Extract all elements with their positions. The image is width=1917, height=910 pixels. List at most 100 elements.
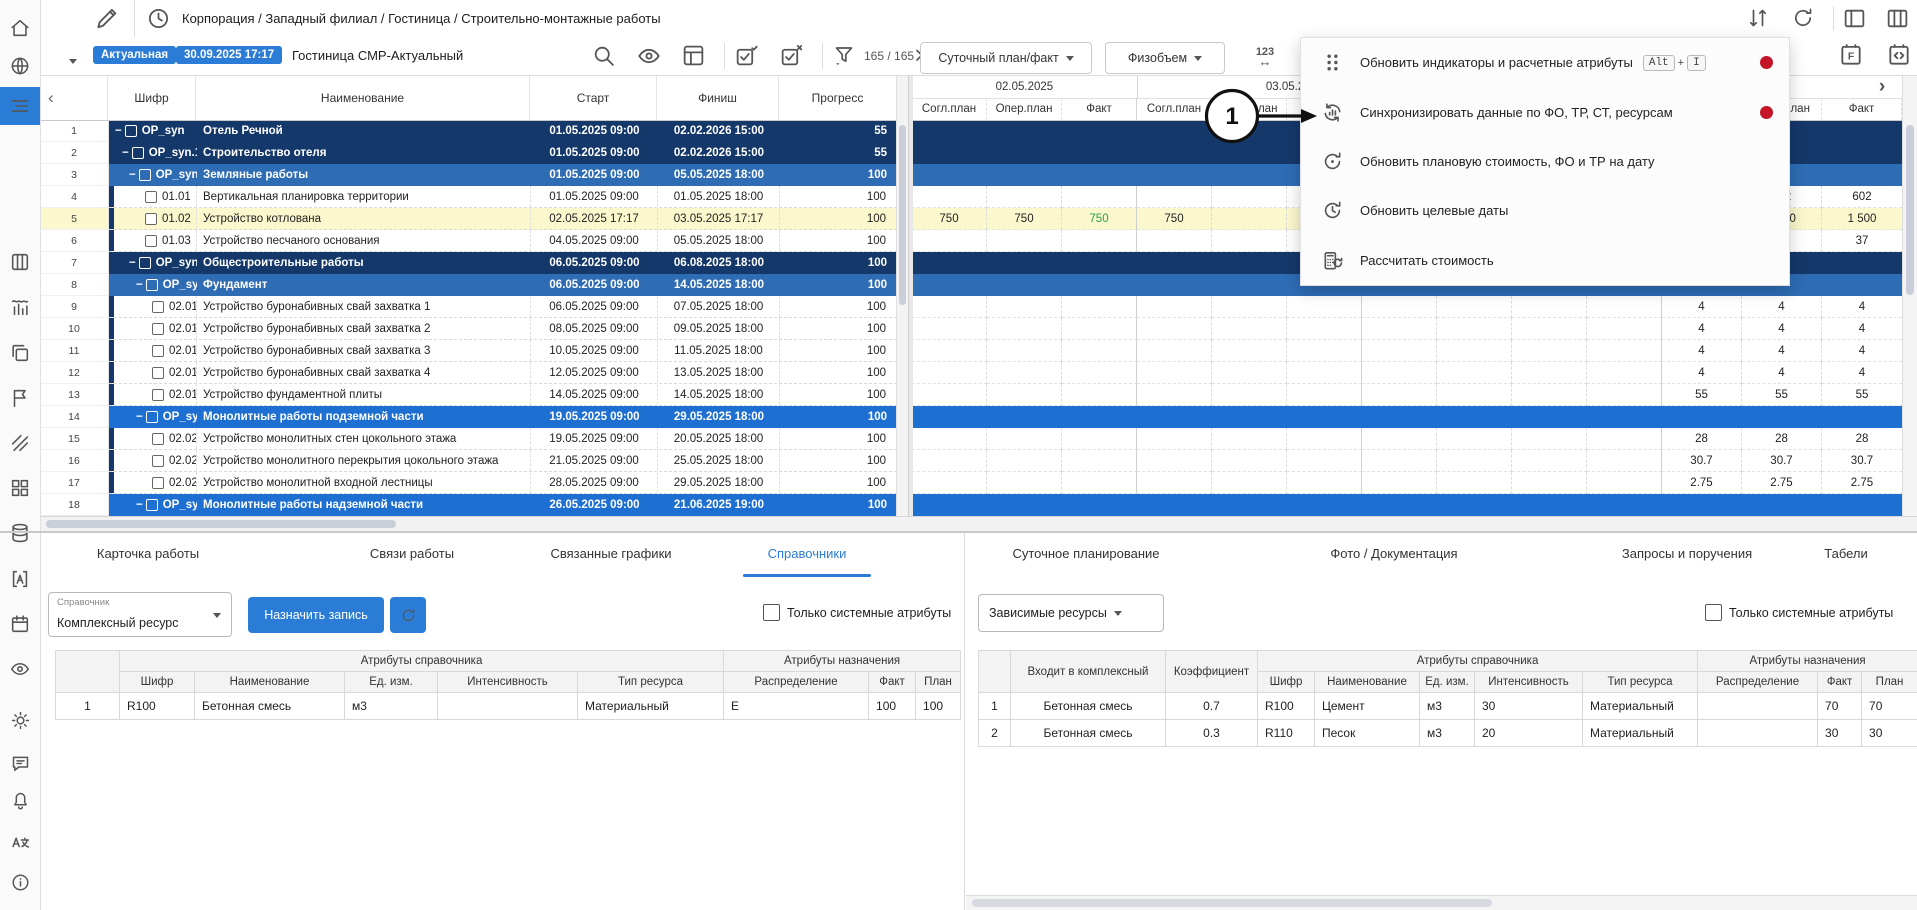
work-table-row[interactable]: 902.01.01Устройство буронабивных свай за…	[40, 296, 896, 318]
reference-row[interactable]: 1R100Бетонная смесьм3МатериальныйЕ100100	[56, 693, 961, 720]
tab-3-left[interactable]: Связанные графики	[550, 546, 671, 561]
menu-item[interactable]: Синхронизировать данные по ФО, ТР, СТ, р…	[1301, 87, 1789, 136]
gantt-row[interactable]: 555555	[912, 384, 1902, 406]
row-checkbox[interactable]	[152, 367, 164, 379]
tab-1-left[interactable]: Карточка работы	[97, 546, 199, 561]
pencil-icon[interactable]	[94, 5, 120, 31]
calendar-range-icon[interactable]	[1886, 42, 1912, 68]
work-table-row[interactable]: 1102.01.03Устройство буронабивных свай з…	[40, 340, 896, 362]
sidebar-item-copies[interactable]	[0, 334, 40, 372]
dependent-resources-select[interactable]: Зависимые ресурсы	[978, 594, 1164, 632]
layout-left-icon[interactable]	[1842, 6, 1867, 31]
row-checkbox[interactable]	[146, 279, 158, 291]
sidebar-item-theme[interactable]	[0, 701, 40, 739]
swap-columns-icon[interactable]	[1746, 6, 1770, 30]
sidebar-item-view[interactable]	[0, 650, 40, 688]
work-table-row[interactable]: 1502.02.01Устройство монолитных стен цок…	[40, 428, 896, 450]
sidebar-item-translate[interactable]	[0, 824, 40, 862]
gantt-row[interactable]: 30.730.730.7	[912, 450, 1902, 472]
col-header-finish[interactable]: Финиш	[657, 75, 779, 120]
row-checkbox[interactable]	[132, 147, 144, 159]
row-checkbox[interactable]	[146, 499, 158, 511]
gantt-metric-select[interactable]: Физобъем	[1105, 42, 1225, 74]
reference-select[interactable]: Справочник Комплексный ресурс	[48, 592, 232, 637]
row-checkbox[interactable]	[152, 455, 164, 467]
sidebar-item-milestones[interactable]	[0, 379, 40, 417]
sidebar-item-language[interactable]	[0, 47, 40, 85]
gantt-mode-select[interactable]: Суточный план/факт	[920, 42, 1092, 74]
panel-divider[interactable]	[908, 37, 913, 531]
tab-3-right[interactable]: Запросы и поручения	[1622, 546, 1752, 561]
refresh-icon[interactable]	[1791, 6, 1815, 30]
collapse-chevron-icon[interactable]: ‹	[40, 75, 108, 120]
sidebar-item-structure[interactable]	[0, 87, 40, 125]
sidebar-item-hatch[interactable]	[0, 424, 40, 462]
gantt-row[interactable]	[912, 494, 1902, 516]
work-table-row[interactable]: 1002.01.02Устройство буронабивных свай з…	[40, 318, 896, 340]
tab-2-right[interactable]: Фото / Документация	[1330, 546, 1457, 561]
work-table-row[interactable]: 2−OP_syn.1Строительство отеля01.05.2025 …	[40, 142, 896, 164]
gantt-row[interactable]: 444	[912, 340, 1902, 362]
project-dropdown-caret[interactable]	[62, 53, 77, 67]
gantt-row[interactable]: 444	[912, 362, 1902, 384]
chevron-right-icon[interactable]: ›	[1862, 75, 1902, 98]
window-icon[interactable]	[681, 43, 706, 68]
gantt-row[interactable]	[912, 406, 1902, 428]
tab-4-left[interactable]: Справочники	[768, 546, 847, 561]
work-table-row[interactable]: 601.03Устройство песчаного основания04.0…	[40, 230, 896, 252]
menu-item[interactable]: Обновить целевые даты	[1301, 186, 1789, 235]
calendar-f-icon[interactable]: F	[1838, 42, 1864, 68]
menu-item[interactable]: Обновить индикаторы и расчетные атрибуты…	[1301, 38, 1789, 87]
assign-record-button[interactable]: Назначить запись	[248, 597, 384, 633]
bottom-right-scrollbar[interactable]	[966, 895, 1917, 910]
work-table-row[interactable]: 1602.02.02Устройство монолитного перекры…	[40, 450, 896, 472]
row-checkbox[interactable]	[125, 125, 137, 137]
sidebar-item-modules[interactable]	[0, 469, 40, 507]
sidebar-item-board[interactable]	[0, 243, 40, 281]
sidebar-item-comments[interactable]	[0, 744, 40, 782]
tab-4-right[interactable]: Табели	[1824, 546, 1868, 561]
clock-icon[interactable]	[146, 6, 171, 31]
work-table-row[interactable]: 1202.01.04Устройство буронабивных свай з…	[40, 362, 896, 384]
check-apply-icon[interactable]	[734, 43, 759, 68]
work-table-row[interactable]: 1−OP_synОтель Речной01.05.2025 09:0002.0…	[40, 120, 896, 142]
gantt-row[interactable]: 282828	[912, 428, 1902, 450]
eye-icon[interactable]	[636, 43, 662, 69]
search-icon[interactable]	[591, 43, 616, 68]
sidebar-item-notifications[interactable]	[0, 781, 40, 819]
row-checkbox[interactable]	[152, 323, 164, 335]
gantt-row[interactable]: 444	[912, 318, 1902, 340]
tab-1-right[interactable]: Суточное планирование	[1012, 546, 1159, 561]
work-table-row[interactable]: 1302.01.05Устройство фундаментной плиты1…	[40, 384, 896, 406]
work-table-row[interactable]: 3−OP_syn.1.1.1Земляные работы01.05.2025 …	[40, 164, 896, 186]
check-cancel-icon[interactable]	[779, 43, 804, 68]
refresh-assignments-button[interactable]	[390, 597, 426, 633]
work-table-row[interactable]: 8−OP_syn.1.1Фундамент06.05.2025 09:0014.…	[40, 274, 896, 296]
work-table-row[interactable]: 501.02Устройство котлована02.05.2025 17:…	[40, 208, 896, 230]
layout-columns-icon[interactable]	[1885, 6, 1910, 31]
row-checkbox[interactable]	[145, 235, 157, 247]
row-checkbox[interactable]	[152, 433, 164, 445]
gantt-row[interactable]: 444	[912, 296, 1902, 318]
row-checkbox[interactable]	[152, 389, 164, 401]
sidebar-item-attributes[interactable]	[0, 560, 40, 598]
col-header-code[interactable]: Шифр	[108, 75, 196, 120]
row-checkbox[interactable]	[152, 477, 164, 489]
sidebar-item-charts[interactable]	[0, 288, 40, 326]
dependent-resource-row[interactable]: 2Бетонная смесь0.3R110Песокм320Материаль…	[979, 720, 1917, 747]
row-checkbox[interactable]	[152, 345, 164, 357]
filter-icon[interactable]	[832, 43, 856, 67]
sidebar-item-info[interactable]	[0, 863, 40, 901]
row-checkbox[interactable]	[139, 257, 151, 269]
sidebar-item-data[interactable]	[0, 514, 40, 552]
row-checkbox[interactable]	[145, 191, 157, 203]
gantt-row[interactable]: 2.752.752.75	[912, 472, 1902, 494]
work-table-row[interactable]: 401.01Вертикальная планировка территории…	[40, 186, 896, 208]
row-checkbox[interactable]	[139, 169, 151, 181]
menu-item[interactable]: Обновить плановую стоимость, ФО и ТР на …	[1301, 137, 1789, 186]
gantt-vertical-scrollbar[interactable]	[1902, 75, 1917, 516]
col-header-progress[interactable]: Прогресс	[779, 75, 896, 120]
work-table-row[interactable]: 1702.02.03Устройство монолитной входной …	[40, 472, 896, 494]
fit-columns-icon[interactable]: 123↔	[1248, 42, 1282, 72]
work-table-row[interactable]: 18−OP_syn.1.1Монолитные работы надземной…	[40, 494, 896, 516]
